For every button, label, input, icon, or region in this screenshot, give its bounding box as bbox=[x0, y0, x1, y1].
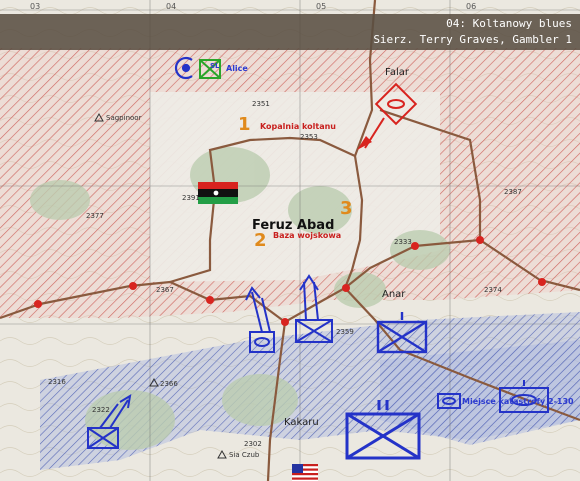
grid-label: 04 bbox=[166, 2, 177, 11]
mission-title: 04: Koltanowy blues bbox=[446, 17, 572, 30]
place-anar: Anar bbox=[382, 289, 406, 300]
tactical-map: 04: Koltanowy blues Sierz. Terry Graves,… bbox=[0, 0, 580, 481]
elevation-label: 2366 bbox=[160, 380, 178, 388]
objective-3[interactable]: 3 bbox=[340, 198, 353, 219]
elevation-label: 2351 bbox=[252, 100, 270, 108]
elevation-label: 2333 bbox=[394, 238, 412, 246]
elevation-label: 2374 bbox=[484, 286, 502, 294]
map-canvas bbox=[0, 0, 580, 481]
elevation-label: 2302 bbox=[244, 440, 262, 448]
usa-flag-icon bbox=[292, 464, 318, 481]
elevation-label: 2387 bbox=[504, 188, 522, 196]
grid-label: 05 bbox=[316, 2, 327, 11]
marker-miejsce[interactable]: Miejsce katastrofy 2-130 bbox=[462, 397, 574, 406]
place-falar: Falar bbox=[385, 67, 409, 78]
elevation-label: 2316 bbox=[48, 378, 66, 386]
elevation-label: 2391 bbox=[182, 194, 200, 202]
mission-header: 04: Koltanowy blues Sierz. Terry Graves,… bbox=[0, 14, 580, 50]
place-kakaru: Kakaru bbox=[284, 417, 319, 428]
place-sagpinoor: Sagpinoor bbox=[106, 114, 142, 122]
objective-2[interactable]: 2 bbox=[254, 230, 267, 251]
elevation-label: 2367 bbox=[156, 286, 174, 294]
grid-label: 03 bbox=[30, 2, 41, 11]
elevation-label: 2359 bbox=[336, 328, 354, 336]
marker-sl[interactable]: SL bbox=[210, 62, 220, 70]
elevation-label: 2322 bbox=[92, 406, 110, 414]
marker-kopalnia[interactable]: Kopalnia koltanu bbox=[260, 122, 336, 131]
marker-alice[interactable]: Alice bbox=[226, 64, 248, 73]
marker-baza[interactable]: Baza wojskowa bbox=[273, 231, 341, 240]
objective-1[interactable]: 1 bbox=[238, 114, 251, 135]
elevation-label: 2353 bbox=[300, 133, 318, 141]
elevation-label: 2377 bbox=[86, 212, 104, 220]
libya-flag-icon bbox=[198, 182, 238, 204]
mission-subtitle: Sierz. Terry Graves, Gambler 1 bbox=[373, 33, 572, 46]
grid-label: 06 bbox=[466, 2, 477, 11]
place-sia-czub: Sia Czub bbox=[229, 451, 260, 459]
